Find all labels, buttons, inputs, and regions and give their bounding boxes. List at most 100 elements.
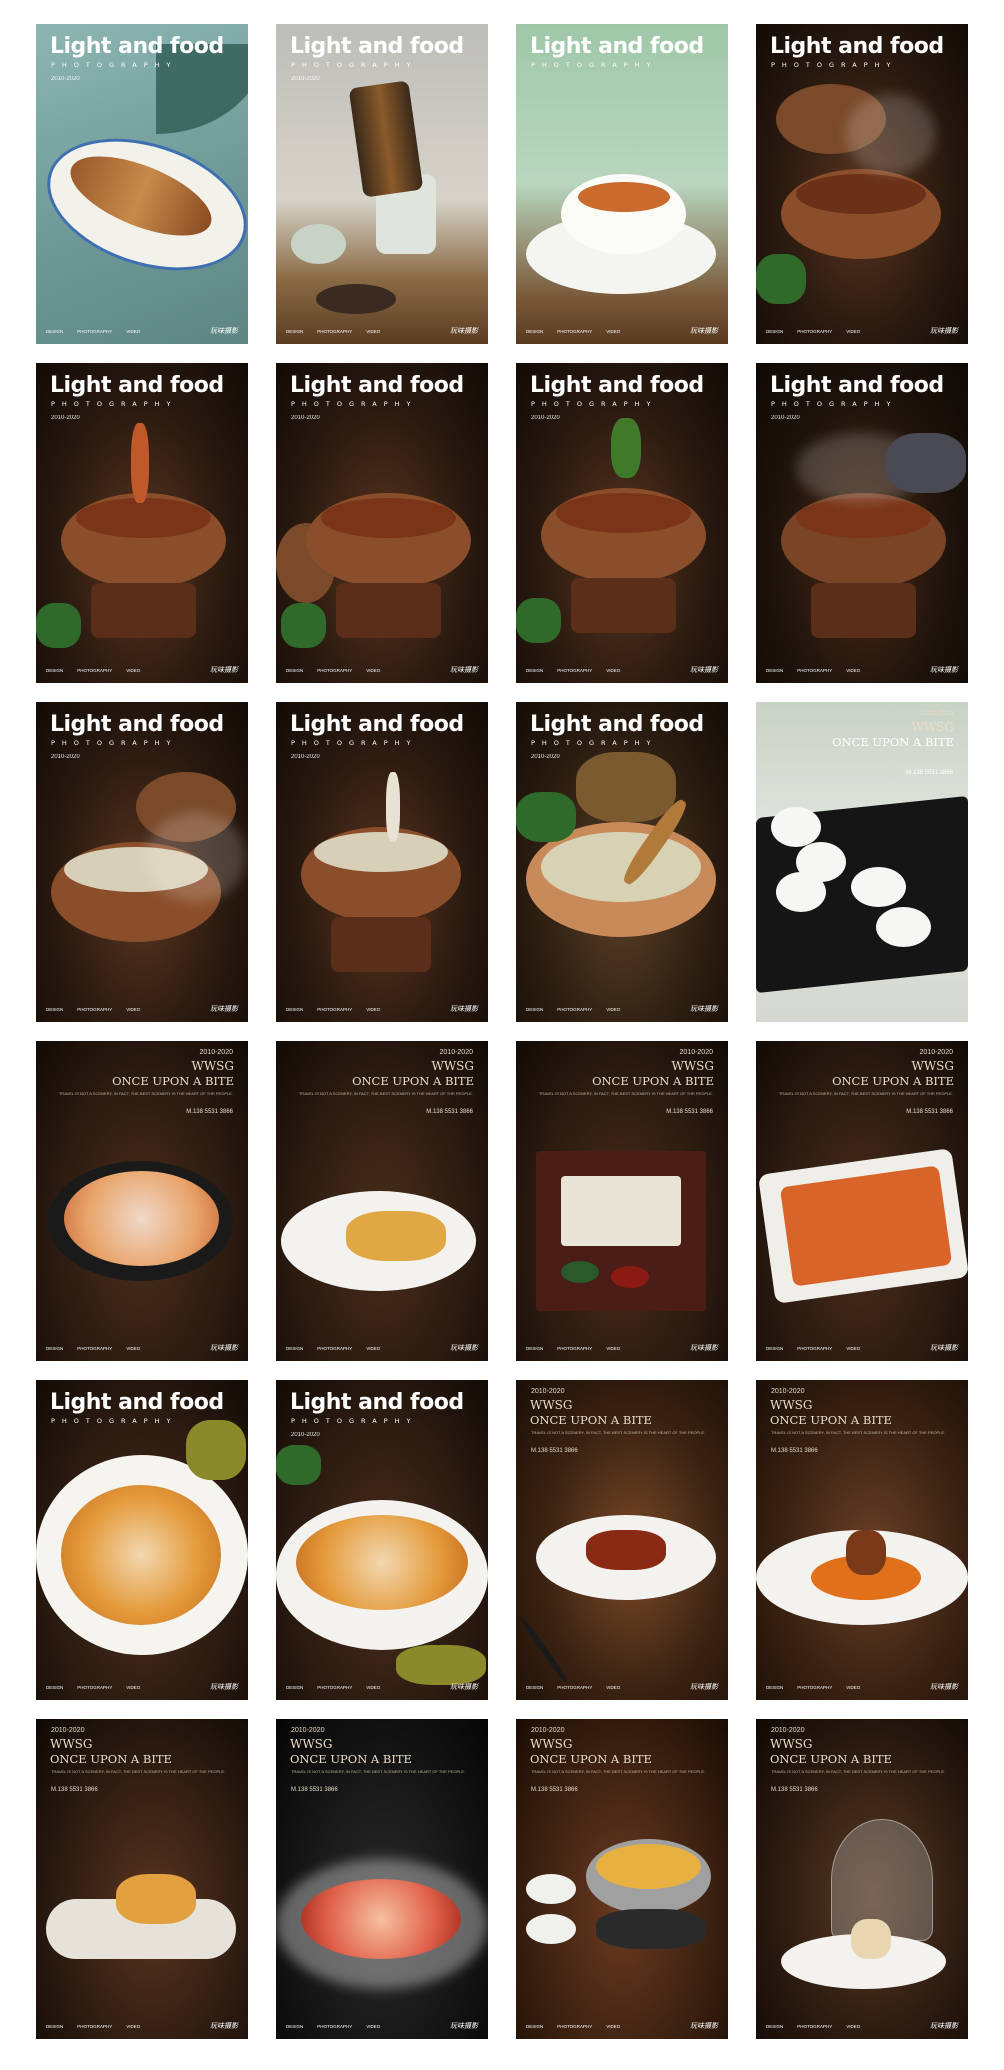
poster-card-3[interactable]: Light and food PHOTOGRAPHY DESIGN PHOTOG… [516,24,728,344]
poster-years: 2010-2020 [771,1727,805,1734]
poster-brand: WWSG [671,1059,714,1073]
braised-pork [586,1530,666,1570]
poster-footer: DESIGN PHOTOGRAPHY VIDEO 玩味摄影 [766,2020,958,2032]
poster-card-10[interactable]: Light and food PHOTOGRAPHY 2010-2020 DES… [276,702,488,1022]
poster-subtitle: PHOTOGRAPHY [771,61,898,69]
poster-card-12[interactable]: 2010-2020 WWSG ONCE UPON A BITE M.138 55… [756,702,968,1022]
poster-card-17[interactable]: Light and food PHOTOGRAPHY DESIGN PHOTOG… [36,1380,248,1700]
teapot [291,224,346,264]
footer-photography: PHOTOGRAPHY [797,2023,833,2029]
poster-footer: DESIGN PHOTOGRAPHY VIDEO 玩味摄影 [286,1342,478,1354]
basket [576,752,676,822]
footer-design: DESIGN [286,328,304,334]
dumpling-tray [561,1176,681,1246]
poster-footer: DESIGN PHOTOGRAPHY VIDEO 玩味摄影 [766,664,958,676]
footer-video: VIDEO [846,2023,861,2029]
poster-card-4[interactable]: Light and food PHOTOGRAPHY DESIGN PHOTOG… [756,24,968,344]
poster-footer: DESIGN PHOTOGRAPHY VIDEO 玩味摄影 [286,2020,478,2032]
poster-title: ONCE UPON A BITE [112,1074,234,1088]
poster-title: ONCE UPON A BITE [50,1752,172,1766]
poster-photo [36,1041,248,1361]
poster-card-11[interactable]: Light and food PHOTOGRAPHY 2010-2020 DES… [516,702,728,1022]
poster-card-6[interactable]: Light and food PHOTOGRAPHY 2010-2020 DES… [276,363,488,683]
footer-design: DESIGN [526,1684,544,1690]
footer-signature: 玩味摄影 [450,2022,478,2030]
poster-card-1[interactable]: Light and food PHOTOGRAPHY 2010-2020 DES… [36,24,248,344]
poster-years: 2010-2020 [51,415,80,421]
poster-phone: M.138 5531 3866 [291,1787,338,1793]
poster-title: Light and food [50,34,224,59]
poster-card-23[interactable]: 2010-2020 WWSG ONCE UPON A BITE TRAVEL I… [516,1719,728,2039]
poster-photo [36,363,248,683]
poster-footer: DESIGN PHOTOGRAPHY VIDEO 玩味摄影 [46,1342,238,1354]
poster-subtitle: PHOTOGRAPHY [531,739,658,747]
poster-years: 2010-2020 [291,76,320,82]
poster-subtitle: PHOTOGRAPHY [51,739,178,747]
poster-card-9[interactable]: Light and food PHOTOGRAPHY 2010-2020 DES… [36,702,248,1022]
poster-card-8[interactable]: Light and food PHOTOGRAPHY 2010-2020 DES… [756,363,968,683]
poster-card-13[interactable]: 2010-2020 WWSG ONCE UPON A BITE TRAVEL I… [36,1041,248,1361]
poster-footer: DESIGN PHOTOGRAPHY VIDEO 玩味摄影 [526,1681,718,1693]
poster-tagline: TRAVEL IS NOT A SCENERY, IN FACT, THE BE… [771,1769,946,1774]
poster-card-5[interactable]: Light and food PHOTOGRAPHY 2010-2020 DES… [36,363,248,683]
footer-signature: 玩味摄影 [930,327,958,335]
poster-card-21[interactable]: 2010-2020 WWSG ONCE UPON A BITE TRAVEL I… [36,1719,248,2039]
dipping-sauce [561,1261,599,1283]
footer-photography: PHOTOGRAPHY [557,2023,593,2029]
dipping-sauce [526,1914,576,1944]
poster-photo [276,1380,488,1700]
poster-footer: DESIGN PHOTOGRAPHY VIDEO 玩味摄影 [526,325,718,337]
poster-card-20[interactable]: 2010-2020 WWSG ONCE UPON A BITE TRAVEL I… [756,1380,968,1700]
poster-card-15[interactable]: 2010-2020 WWSG ONCE UPON A BITE TRAVEL I… [516,1041,728,1361]
ladle-pour [386,772,400,842]
rabbit-bun [771,807,821,847]
poster-tagline: TRAVEL IS NOT A SCENERY, IN FACT, THE BE… [538,1091,713,1096]
footer-design: DESIGN [766,328,784,334]
poster-title: Light and food [290,1390,464,1415]
poster-card-19[interactable]: 2010-2020 WWSG ONCE UPON A BITE TRAVEL I… [516,1380,728,1700]
poster-years: 2010-2020 [291,1432,320,1438]
pot-contents [796,498,931,538]
poster-footer: DESIGN PHOTOGRAPHY VIDEO 玩味摄影 [286,1003,478,1015]
footer-photography: PHOTOGRAPHY [317,667,353,673]
footer-video: VIDEO [606,1345,621,1351]
footer-photography: PHOTOGRAPHY [77,1345,113,1351]
poster-footer: DESIGN PHOTOGRAPHY VIDEO 玩味摄影 [286,1681,478,1693]
poster-subtitle: PHOTOGRAPHY [51,61,178,69]
poster-tagline: TRAVEL IS NOT A SCENERY, IN FACT, THE BE… [531,1430,706,1435]
chopsticks [518,1615,570,1685]
poster-phone: M.138 5531 3866 [531,1787,578,1793]
pot-contents [321,498,456,538]
poster-photo [516,24,728,344]
poster-years: 2010-2020 [679,1049,713,1056]
footer-video: VIDEO [606,1684,621,1690]
poster-footer: DESIGN PHOTOGRAPHY VIDEO 玩味摄影 [46,1003,238,1015]
poster-card-16[interactable]: 2010-2020 WWSG ONCE UPON A BITE TRAVEL I… [756,1041,968,1361]
poster-card-14[interactable]: 2010-2020 WWSG ONCE UPON A BITE TRAVEL I… [276,1041,488,1361]
soup [578,182,670,212]
poster-card-24[interactable]: 2010-2020 WWSG ONCE UPON A BITE TRAVEL I… [756,1719,968,2039]
poster-brand: WWSG [431,1059,474,1073]
poster-years: 2010-2020 [291,754,320,760]
footer-photography: PHOTOGRAPHY [797,667,833,673]
fish-dish [64,1171,219,1266]
footer-signature: 玩味摄影 [690,666,718,674]
footer-signature: 玩味摄影 [210,1005,238,1013]
poster-card-7[interactable]: Light and food PHOTOGRAPHY 2010-2020 DES… [516,363,728,683]
poster-card-2[interactable]: Light and food PHOTOGRAPHY 2010-2020 DES… [276,24,488,344]
soup [541,832,701,902]
footer-design: DESIGN [286,667,304,673]
poster-card-18[interactable]: Light and food PHOTOGRAPHY 2010-2020 DES… [276,1380,488,1700]
footer-video: VIDEO [366,1006,381,1012]
poster-phone: M.138 5531 3866 [666,1109,713,1115]
footer-photography: PHOTOGRAPHY [317,2023,353,2029]
poster-photo [36,1380,248,1700]
footer-photography: PHOTOGRAPHY [317,1006,353,1012]
poster-card-22[interactable]: 2010-2020 WWSG ONCE UPON A BITE TRAVEL I… [276,1719,488,2039]
footer-signature: 玩味摄影 [450,1683,478,1691]
footer-video: VIDEO [606,2023,621,2029]
poster-footer: DESIGN PHOTOGRAPHY VIDEO 玩味摄影 [526,664,718,676]
poster-years: 2010-2020 [199,1049,233,1056]
footer-design: DESIGN [286,1006,304,1012]
poster-title: Light and food [290,373,464,398]
